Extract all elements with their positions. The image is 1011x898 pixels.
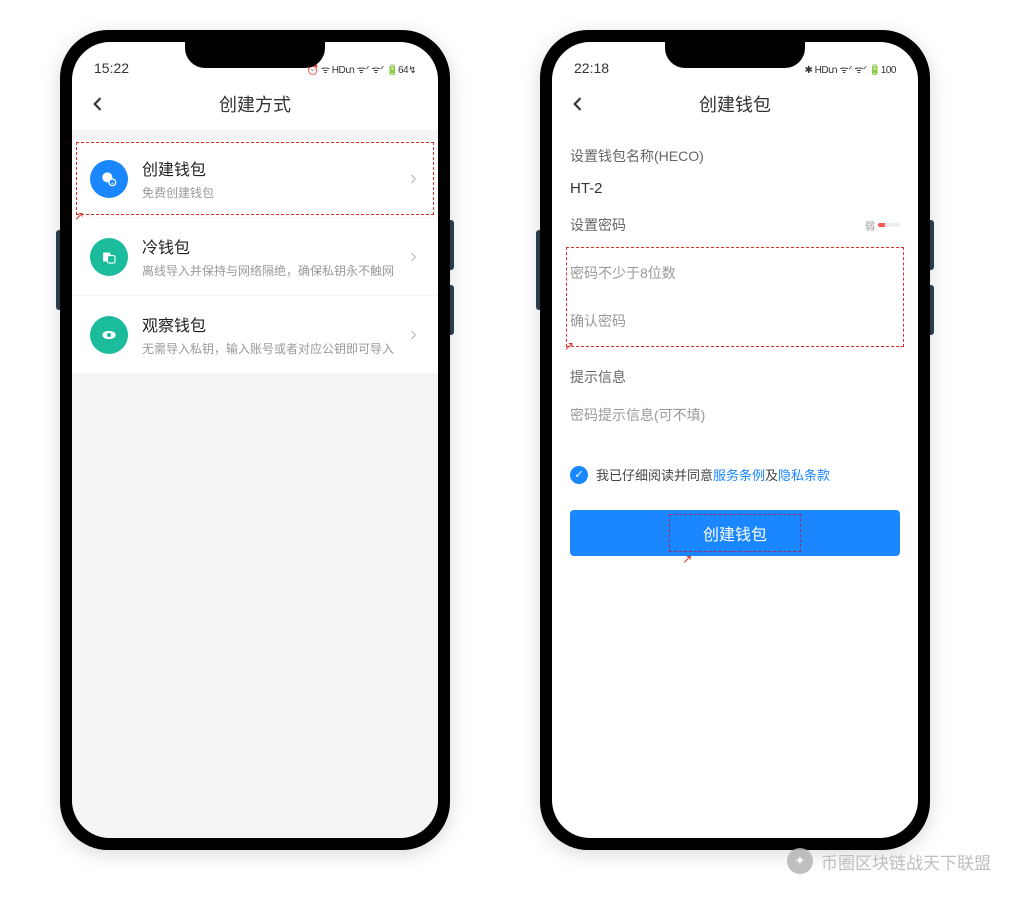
wallet-name-value[interactable]: HT-2 [570,180,900,197]
back-icon[interactable] [568,94,588,114]
privacy-link[interactable]: 隐私条款 [778,468,830,483]
notch [185,42,325,68]
phone-mockup-left: 15:22 ⏰ ᯤ HDտ ᯤᐟ ᯤᐟ 🔋64↯ 创建方式 + 创建钱包 免费创… [60,30,450,850]
confirm-password-field[interactable]: 确认密码 [570,297,900,345]
status-time: 22:18 [574,60,609,76]
checkbox-checked-icon[interactable]: ✓ [570,466,588,484]
status-time: 15:22 [94,60,129,76]
wallet-name-label: 设置钱包名称(HECO) [570,146,900,166]
row-subtitle: 无需导入私钥，输入账号或者对应公钥即可导入 [142,340,406,357]
arrow-annotation: ↗ [682,552,692,566]
wechat-icon: ✦ [787,848,813,874]
row-create-wallet[interactable]: + 创建钱包 免费创建钱包 ↗ [72,140,438,217]
page-title: 创建方式 [219,91,291,117]
row-subtitle: 免费创建钱包 [142,184,406,201]
password-strength: 弱 [865,218,900,233]
title-bar: 创建钱包 [552,78,918,130]
row-title: 创建钱包 [142,156,406,180]
row-title: 观察钱包 [142,312,406,336]
chevron-right-icon [406,328,420,342]
eye-icon [90,316,128,354]
agree-text: 我已仔细阅读并同意服务条例及隐私条款 [596,465,830,484]
row-title: 冷钱包 [142,234,406,258]
row-subtitle: 离线导入并保持与网络隔绝，确保私钥永不触网 [142,262,406,279]
agree-row[interactable]: ✓ 我已仔细阅读并同意服务条例及隐私条款 [570,465,900,484]
back-icon[interactable] [88,94,108,114]
svg-text:+: + [111,180,114,186]
notch [665,42,805,68]
watermark: ✦ 币圈区块链战天下联盟 [787,848,991,874]
chevron-right-icon [406,250,420,264]
phone-mockup-right: 22:18 ✱ HDտ ᯤᐟ ᯤᐟ 🔋100 创建钱包 设置钱包名称(HECO)… [540,30,930,850]
status-icons: ✱ HDտ ᯤᐟ ᯤᐟ 🔋100 [804,62,896,76]
status-icons: ⏰ ᯤ HDտ ᯤᐟ ᯤᐟ 🔋64↯ [307,62,416,76]
create-wallet-button[interactable]: 创建钱包 ↗ [570,510,900,556]
row-watch-wallet[interactable]: 观察钱包 无需导入私钥，输入账号或者对应公钥即可导入 [72,296,438,373]
row-cold-wallet[interactable]: 冷钱包 离线导入并保持与网络隔绝，确保私钥永不触网 [72,218,438,295]
page-title: 创建钱包 [699,91,771,117]
hint-label: 提示信息 [570,367,900,387]
wallet-icon: + [90,160,128,198]
cold-wallet-icon [90,238,128,276]
hint-field[interactable]: 密码提示信息(可不填) [570,401,900,439]
password-label: 设置密码 弱 [570,215,900,235]
chevron-right-icon [406,172,420,186]
password-field[interactable]: 密码不少于8位数 [570,249,900,297]
title-bar: 创建方式 [72,78,438,130]
terms-link[interactable]: 服务条例 [713,468,765,483]
